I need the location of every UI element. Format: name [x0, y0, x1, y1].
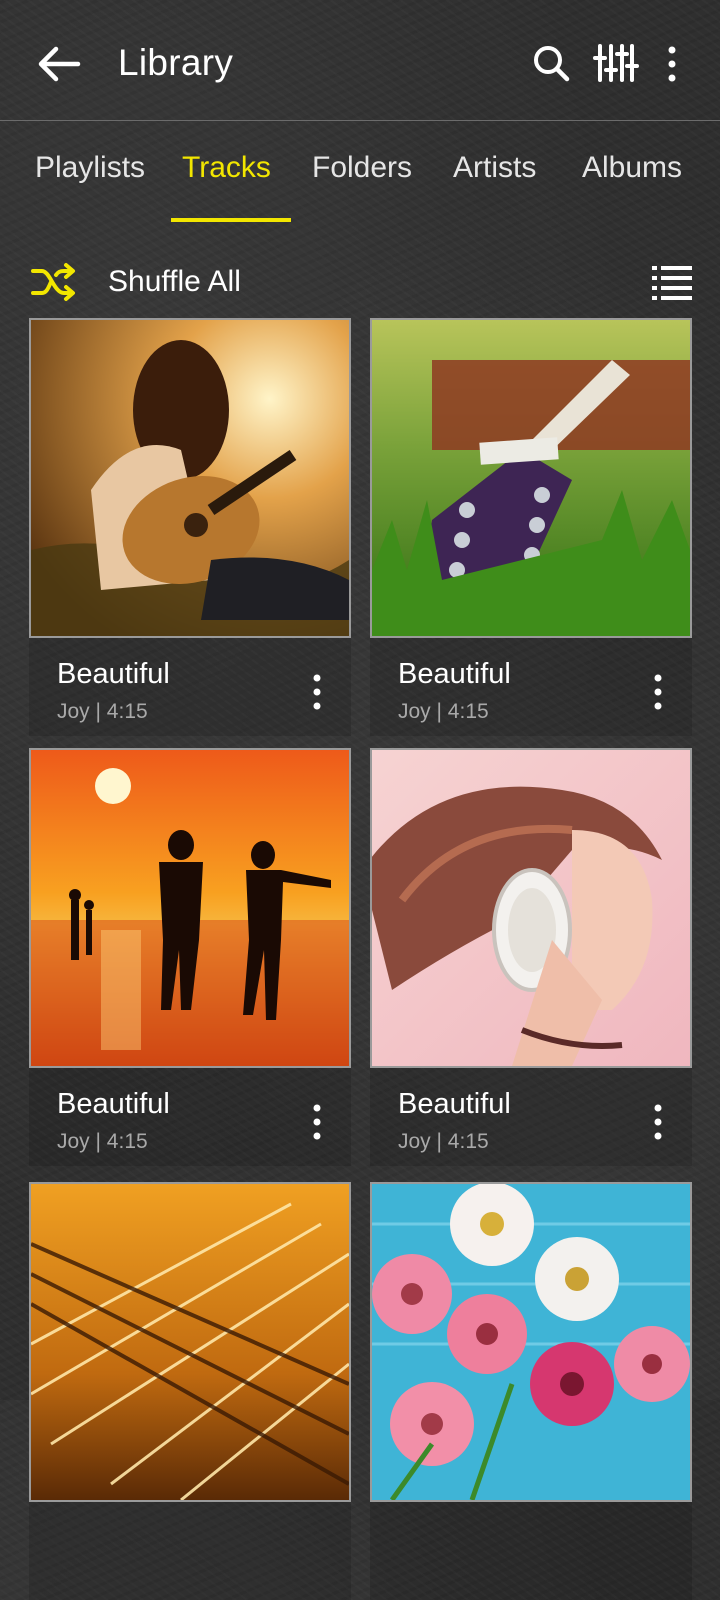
- track-meta: Joy | 4:15: [57, 700, 148, 723]
- album-art-image: [29, 748, 351, 1068]
- list-view-toggle[interactable]: [650, 262, 694, 302]
- album-art-image: [370, 318, 692, 638]
- track-card[interactable]: [370, 1182, 692, 1600]
- tab-folders[interactable]: Folders: [312, 151, 412, 185]
- track-more-button[interactable]: [638, 670, 678, 714]
- more-vertical-icon: [668, 46, 676, 82]
- track-title: Beautiful: [57, 658, 170, 690]
- equalizer-button[interactable]: [592, 40, 640, 88]
- list-view-icon: [652, 266, 692, 300]
- track-more-button[interactable]: [297, 1100, 337, 1144]
- shuffle-row: Shuffle All: [0, 250, 720, 314]
- album-art-image: [29, 1182, 351, 1502]
- tab-playlists[interactable]: Playlists: [35, 151, 145, 185]
- track-card[interactable]: [29, 1182, 351, 1600]
- album-art-image: [370, 1182, 692, 1502]
- search-icon: [534, 46, 570, 82]
- shuffle-all-label: Shuffle All: [108, 265, 241, 298]
- tab-albums[interactable]: Albums: [582, 151, 682, 185]
- more-vertical-icon: [654, 1104, 662, 1140]
- track-title: Beautiful: [57, 1088, 170, 1120]
- track-title: Beautiful: [398, 1088, 511, 1120]
- overflow-menu-button[interactable]: [648, 40, 696, 88]
- tab-artists[interactable]: Artists: [453, 151, 536, 185]
- track-meta: Joy | 4:15: [398, 700, 489, 723]
- track-card[interactable]: Beautiful Joy | 4:15: [29, 318, 351, 736]
- equalizer-icon: [593, 44, 639, 82]
- track-title: Beautiful: [398, 658, 511, 690]
- app-bar: Library: [0, 0, 720, 120]
- album-art-image: [29, 318, 351, 638]
- track-more-button[interactable]: [297, 670, 337, 714]
- more-vertical-icon: [654, 674, 662, 710]
- active-tab-indicator: [171, 218, 291, 222]
- track-meta: Joy | 4:15: [398, 1130, 489, 1153]
- shuffle-all-button[interactable]: Shuffle All: [30, 258, 241, 306]
- tab-tracks[interactable]: Tracks: [182, 151, 271, 185]
- library-tabs: Playlists Tracks Folders Artists Albums: [0, 121, 720, 221]
- track-card[interactable]: Beautiful Joy | 4:15: [29, 748, 351, 1166]
- track-card[interactable]: Beautiful Joy | 4:15: [370, 748, 692, 1166]
- back-button[interactable]: [30, 40, 88, 88]
- page-title: Library: [118, 42, 234, 83]
- track-more-button[interactable]: [638, 1100, 678, 1144]
- search-button[interactable]: [528, 40, 576, 88]
- track-meta: Joy | 4:15: [57, 1130, 148, 1153]
- more-vertical-icon: [313, 1104, 321, 1140]
- more-vertical-icon: [313, 674, 321, 710]
- arrow-left-icon: [38, 46, 81, 82]
- track-card[interactable]: Beautiful Joy | 4:15: [370, 318, 692, 736]
- shuffle-icon: [31, 263, 75, 301]
- album-art-image: [370, 748, 692, 1068]
